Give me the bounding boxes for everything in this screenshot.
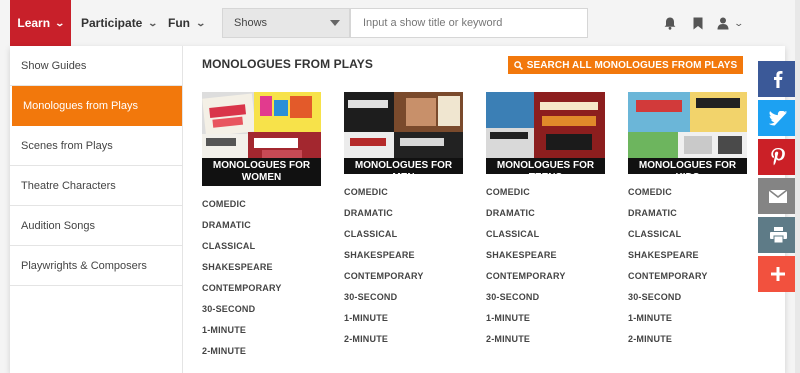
nav-learn-label: Learn [17, 16, 51, 30]
image-label: MONOLOGUES FOR MEN [344, 158, 463, 174]
facebook-share-button[interactable] [758, 61, 798, 97]
monologue-column-men: MONOLOGUES FOR MEN COMEDIC DRAMATIC CLAS… [344, 92, 463, 349]
print-icon [769, 227, 787, 243]
user-icon [717, 17, 729, 29]
top-navigation: Learn ⌄ Participate ⌄ Fun ⌄ Shows Input … [0, 0, 800, 46]
sidebar-item-audition-songs[interactable]: Audition Songs [10, 206, 182, 246]
account-menu[interactable]: ⌄ [717, 14, 751, 32]
facebook-icon [774, 71, 783, 88]
link-1-minute[interactable]: 1-MINUTE [344, 307, 463, 328]
link-comedic[interactable]: COMEDIC [486, 181, 605, 202]
link-list: COMEDIC DRAMATIC CLASSICAL SHAKESPEARE C… [486, 181, 605, 349]
print-share-button[interactable] [758, 217, 798, 253]
search-input[interactable]: Input a show title or keyword [350, 8, 588, 38]
search-all-label: SEARCH ALL MONOLOGUES FROM PLAYS [526, 59, 738, 71]
link-shakespeare[interactable]: SHAKESPEARE [344, 244, 463, 265]
image-label: MONOLOGUES FOR WOMEN [202, 158, 321, 186]
email-share-button[interactable] [758, 178, 798, 214]
page-scrollbar[interactable] [795, 0, 800, 373]
link-list: COMEDIC DRAMATIC CLASSICAL SHAKESPEARE C… [628, 181, 747, 349]
chevron-down-icon: ⌄ [195, 17, 207, 28]
link-contemporary[interactable]: CONTEMPORARY [344, 265, 463, 286]
monologue-column-women: MONOLOGUES FOR WOMEN COMEDIC DRAMATIC CL… [202, 92, 321, 361]
bell-icon[interactable] [661, 14, 679, 32]
section-title: MONOLOGUES FROM PLAYS [202, 57, 374, 71]
link-comedic[interactable]: COMEDIC [202, 193, 321, 214]
link-contemporary[interactable]: CONTEMPORARY [486, 265, 605, 286]
chevron-down-icon: ⌄ [54, 17, 66, 28]
link-30-second[interactable]: 30-SECOND [344, 286, 463, 307]
link-contemporary[interactable]: CONTEMPORARY [628, 265, 747, 286]
monologues-men-image[interactable]: MONOLOGUES FOR MEN [344, 92, 463, 174]
link-list: COMEDIC DRAMATIC CLASSICAL SHAKESPEARE C… [202, 193, 321, 361]
link-comedic[interactable]: COMEDIC [344, 181, 463, 202]
link-classical[interactable]: CLASSICAL [486, 223, 605, 244]
monologues-women-image[interactable]: MONOLOGUES FOR WOMEN [202, 92, 321, 186]
link-contemporary[interactable]: CONTEMPORARY [202, 277, 321, 298]
shows-select-value: Shows [234, 17, 268, 29]
link-shakespeare[interactable]: SHAKESPEARE [202, 256, 321, 277]
pinterest-icon [771, 148, 785, 166]
search-placeholder: Input a show title or keyword [363, 17, 503, 29]
nav-participate-label: Participate [81, 16, 143, 30]
link-2-minute[interactable]: 2-MINUTE [628, 328, 747, 349]
sidebar-item-show-guides[interactable]: Show Guides [10, 46, 182, 86]
monologues-teens-image[interactable]: MONOLOGUES FOR TEENS [486, 92, 605, 174]
search-icon [513, 60, 523, 70]
more-share-button[interactable] [758, 256, 798, 292]
link-classical[interactable]: CLASSICAL [628, 223, 747, 244]
sidebar-item-scenes-from-plays[interactable]: Scenes from Plays [10, 126, 182, 166]
link-dramatic[interactable]: DRAMATIC [628, 202, 747, 223]
sidebar-item-monologues-from-plays[interactable]: Monologues from Plays [12, 86, 182, 126]
learn-dropdown-panel: Show Guides Monologues from Plays Scenes… [10, 46, 785, 373]
link-30-second[interactable]: 30-SECOND [202, 298, 321, 319]
sidebar-item-label: Monologues from Plays [23, 99, 138, 112]
link-2-minute[interactable]: 2-MINUTE [202, 340, 321, 361]
nav-learn[interactable]: Learn ⌄ [10, 0, 71, 46]
link-shakespeare[interactable]: SHAKESPEARE [628, 244, 747, 265]
link-classical[interactable]: CLASSICAL [344, 223, 463, 244]
shows-select[interactable]: Shows [222, 8, 350, 38]
link-1-minute[interactable]: 1-MINUTE [202, 319, 321, 340]
email-icon [769, 189, 787, 203]
link-30-second[interactable]: 30-SECOND [628, 286, 747, 307]
sidebar-item-label: Theatre Characters [21, 179, 116, 192]
monologues-kids-image[interactable]: MONOLOGUES FOR KIDS [628, 92, 747, 174]
search-all-monologues-button[interactable]: SEARCH ALL MONOLOGUES FROM PLAYS [508, 56, 743, 74]
link-comedic[interactable]: COMEDIC [628, 181, 747, 202]
monologue-column-teens: MONOLOGUES FOR TEENS COMEDIC DRAMATIC CL… [486, 92, 605, 349]
link-list: COMEDIC DRAMATIC CLASSICAL SHAKESPEARE C… [344, 181, 463, 349]
link-classical[interactable]: CLASSICAL [202, 235, 321, 256]
sidebar-item-label: Playwrights & Composers [21, 259, 147, 272]
bookmark-icon[interactable] [689, 14, 707, 32]
image-label: MONOLOGUES FOR TEENS [486, 158, 605, 174]
link-shakespeare[interactable]: SHAKESPEARE [486, 244, 605, 265]
nav-fun-label: Fun [168, 16, 190, 30]
link-2-minute[interactable]: 2-MINUTE [486, 328, 605, 349]
caret-down-icon [330, 20, 340, 26]
monologue-column-kids: MONOLOGUES FOR KIDS COMEDIC DRAMATIC CLA… [628, 92, 747, 349]
chevron-down-icon: ⌄ [147, 17, 159, 28]
nav-participate[interactable]: Participate ⌄ [81, 0, 159, 46]
more-icon [771, 267, 785, 281]
link-30-second[interactable]: 30-SECOND [486, 286, 605, 307]
link-1-minute[interactable]: 1-MINUTE [628, 307, 747, 328]
sidebar-item-theatre-characters[interactable]: Theatre Characters [10, 166, 182, 206]
sidebar-item-label: Scenes from Plays [21, 139, 113, 152]
learn-sidebar-menu: Show Guides Monologues from Plays Scenes… [10, 46, 183, 373]
image-label: MONOLOGUES FOR KIDS [628, 158, 747, 174]
twitter-icon [769, 110, 787, 126]
link-dramatic[interactable]: DRAMATIC [344, 202, 463, 223]
link-2-minute[interactable]: 2-MINUTE [344, 328, 463, 349]
chevron-down-icon: ⌄ [733, 17, 745, 28]
link-1-minute[interactable]: 1-MINUTE [486, 307, 605, 328]
link-dramatic[interactable]: DRAMATIC [202, 214, 321, 235]
link-dramatic[interactable]: DRAMATIC [486, 202, 605, 223]
pinterest-share-button[interactable] [758, 139, 798, 175]
sidebar-item-playwrights-composers[interactable]: Playwrights & Composers [10, 246, 182, 286]
sidebar-item-label: Show Guides [21, 59, 87, 72]
sidebar-item-label: Audition Songs [21, 219, 95, 232]
twitter-share-button[interactable] [758, 100, 798, 136]
nav-fun[interactable]: Fun ⌄ [168, 0, 207, 46]
